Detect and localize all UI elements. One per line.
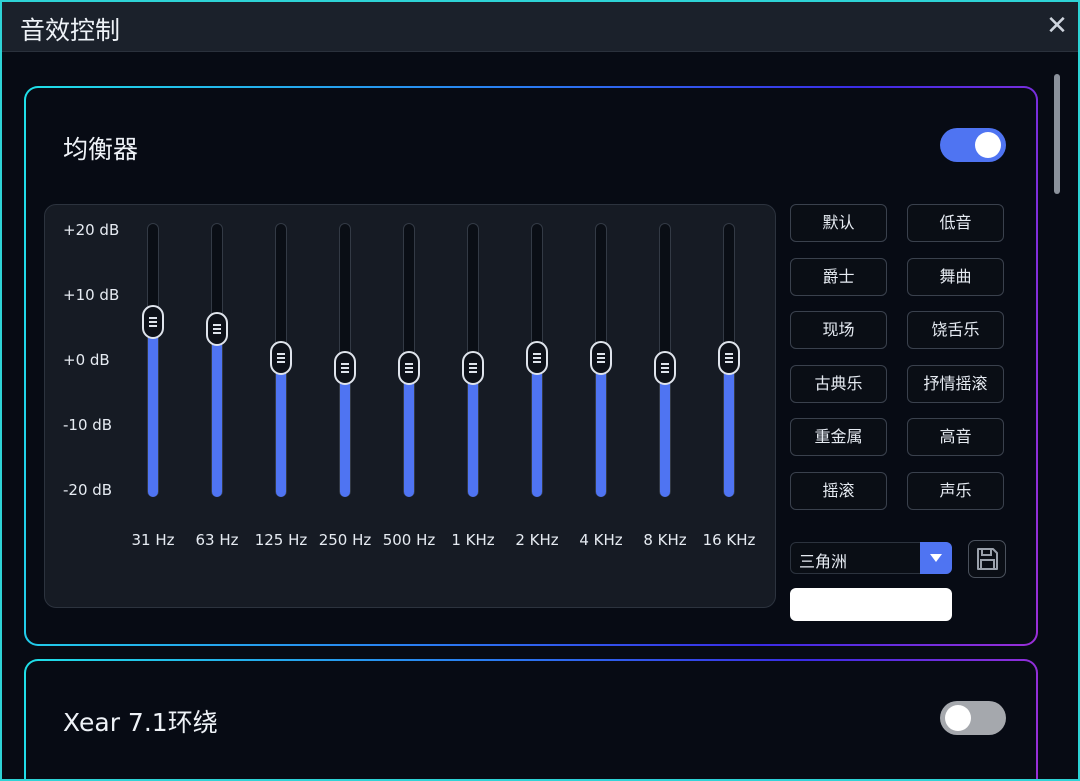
toggle-knob	[975, 132, 1001, 158]
grip-line	[469, 366, 477, 369]
profile-select-value: 三角洲	[799, 552, 848, 571]
slider-thumb[interactable]	[398, 350, 420, 385]
grip-line	[213, 323, 221, 326]
equalizer-panel: 均衡器 +20 dB +10 dB +0 dB -10 dB -20 dB 31…	[24, 86, 1038, 646]
grip-line	[469, 370, 477, 373]
slider-thumb[interactable]	[654, 350, 676, 385]
preset-button[interactable]: 默认	[790, 204, 887, 242]
grip-line	[277, 361, 285, 363]
grip-line	[341, 366, 349, 369]
grip-line	[341, 362, 349, 365]
grip-line	[405, 366, 413, 369]
grip-line	[597, 353, 605, 355]
eq-band-slider[interactable]: 500 Hz	[383, 205, 435, 609]
preset-button[interactable]: 饶舌乐	[907, 311, 1004, 349]
grip-line	[213, 327, 221, 330]
db-label-zero: +0 dB	[63, 351, 110, 369]
grip-line	[725, 353, 733, 355]
grip-line	[341, 370, 349, 373]
window-title: 音效控制	[20, 16, 121, 45]
eq-band-slider[interactable]: 8 KHz	[643, 205, 687, 609]
slider-fill	[468, 367, 478, 497]
preset-button[interactable]: 舞曲	[907, 257, 1004, 296]
toggle-knob	[945, 705, 971, 731]
grip-line	[533, 353, 541, 355]
slider-fill	[340, 367, 350, 497]
slider-thumb[interactable]	[334, 350, 356, 385]
band-frequency-label: 16 KHz	[702, 531, 756, 549]
preset-button[interactable]: 古典乐	[790, 364, 887, 403]
eq-band-slider[interactable]: 16 KHz	[703, 205, 755, 609]
db-label-plus10: +10 dB	[63, 286, 120, 304]
profile-name-input[interactable]	[790, 588, 952, 621]
sound-control-window: 音效控制 ✕ 均衡器 +20 dB +10 dB +0 dB -10 dB -2…	[0, 0, 1080, 781]
grip-line	[277, 353, 285, 355]
preset-button[interactable]: 声乐	[907, 471, 1004, 510]
slider-fill	[660, 367, 670, 497]
db-label-minus10: -10 dB	[63, 416, 113, 434]
preset-button[interactable]: 重金属	[790, 418, 887, 456]
grip-line	[149, 317, 157, 320]
title-bar: 音效控制 ✕	[2, 2, 1078, 52]
preset-button[interactable]: 爵士	[790, 257, 887, 296]
grip-line	[469, 362, 477, 365]
slider-thumb[interactable]	[142, 305, 164, 340]
slider-fill	[276, 358, 286, 497]
eq-band-slider[interactable]: 2 KHz	[515, 205, 559, 609]
grip-line	[597, 357, 605, 359]
preset-button[interactable]: 抒情摇滚	[907, 364, 1004, 403]
grip-line	[661, 362, 669, 365]
grip-line	[277, 357, 285, 359]
eq-band-slider[interactable]: 250 Hz	[319, 205, 371, 609]
close-icon[interactable]: ✕	[1044, 12, 1070, 40]
xear-panel: Xear 7.1环绕	[24, 659, 1038, 779]
slider-thumb[interactable]	[462, 350, 484, 385]
eq-band-slider[interactable]: 31 Hz	[131, 205, 175, 609]
profile-select[interactable]: 三角洲	[790, 542, 952, 574]
equalizer-sliders-box: +20 dB +10 dB +0 dB -10 dB -20 dB 31 Hz 6…	[44, 204, 776, 608]
slider-thumb[interactable]	[270, 341, 292, 375]
grip-line	[661, 370, 669, 373]
slider-thumb[interactable]	[718, 341, 740, 375]
slider-fill	[596, 358, 606, 497]
grip-line	[533, 361, 541, 363]
preset-button[interactable]: 低音	[907, 204, 1004, 242]
db-label-minus20: -20 dB	[63, 481, 113, 499]
grip-line	[149, 321, 157, 324]
slider-thumb[interactable]	[526, 341, 548, 375]
slider-fill	[148, 322, 158, 497]
grip-line	[405, 362, 413, 365]
slider-thumb[interactable]	[206, 311, 228, 346]
grip-line	[725, 361, 733, 363]
grip-line	[725, 357, 733, 359]
grip-line	[661, 366, 669, 369]
grip-line	[149, 325, 157, 328]
xear-title: Xear 7.1环绕	[63, 708, 218, 737]
eq-band-slider[interactable]: 4 KHz	[579, 205, 623, 609]
xear-toggle[interactable]	[940, 701, 1006, 735]
slider-thumb[interactable]	[590, 341, 612, 375]
save-icon[interactable]	[968, 540, 1006, 578]
slider-fill	[724, 358, 734, 497]
slider-fill	[404, 367, 414, 497]
slider-fill	[212, 328, 222, 497]
grip-line	[597, 361, 605, 363]
grip-line	[405, 370, 413, 373]
db-label-plus20: +20 dB	[63, 221, 120, 239]
slider-fill	[532, 358, 542, 497]
eq-band-slider[interactable]: 63 Hz	[195, 205, 239, 609]
preset-button[interactable]: 摇滚	[790, 471, 887, 510]
equalizer-title: 均衡器	[63, 135, 139, 164]
preset-button[interactable]: 现场	[790, 311, 887, 349]
scrollbar-thumb[interactable]	[1054, 74, 1060, 194]
grip-line	[533, 357, 541, 359]
equalizer-toggle[interactable]	[940, 128, 1006, 162]
preset-button[interactable]: 高音	[907, 418, 1004, 456]
chevron-down-icon[interactable]	[920, 542, 952, 574]
eq-band-slider[interactable]: 125 Hz	[255, 205, 307, 609]
grip-line	[213, 331, 221, 334]
eq-band-slider[interactable]: 1 KHz	[451, 205, 495, 609]
